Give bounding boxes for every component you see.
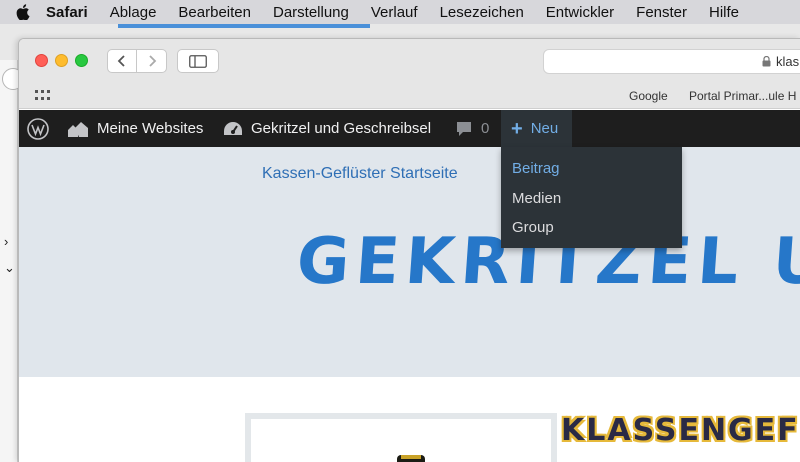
menu-safari[interactable]: Safari <box>46 4 88 21</box>
menu-lesezeichen[interactable]: Lesezeichen <box>440 4 524 21</box>
widget-title: KLASSENGEFLUE <box>561 413 800 448</box>
wordpress-logo-icon[interactable] <box>27 110 49 147</box>
plus-icon: + <box>511 117 523 140</box>
comments-count: 0 <box>481 120 490 137</box>
chevron-right-icon[interactable]: › <box>4 234 8 249</box>
lock-icon <box>762 56 771 67</box>
bottle-image <box>397 455 425 462</box>
menu-hilfe[interactable]: Hilfe <box>709 4 739 21</box>
home-link[interactable]: Kassen-Geflüster Startseite <box>262 165 458 183</box>
minimize-window-button[interactable] <box>55 54 68 67</box>
post-image[interactable] <box>251 419 551 462</box>
new-media-item[interactable]: Medien <box>512 190 561 207</box>
safari-toolbar: klas <box>19 39 800 83</box>
comment-icon <box>455 120 473 138</box>
back-button[interactable] <box>108 50 138 72</box>
new-label: Neu <box>530 120 559 137</box>
forward-button[interactable] <box>137 50 166 72</box>
new-content-dropdown: Beitrag Medien Group <box>501 147 682 248</box>
dashboard-icon <box>223 120 243 138</box>
my-sites-label: Meine Websites <box>97 120 204 137</box>
my-sites-menu[interactable]: Meine Websites <box>67 110 203 147</box>
chevron-right-icon <box>148 55 156 67</box>
new-content-menu[interactable]: + Neu <box>501 110 573 147</box>
my-sites-icon <box>67 120 89 138</box>
menu-entwickler[interactable]: Entwickler <box>546 4 614 21</box>
menu-fenster[interactable]: Fenster <box>636 4 687 21</box>
menu-darstellung[interactable]: Darstellung <box>273 4 349 21</box>
navigation-buttons <box>107 49 167 73</box>
safari-window: klas Google Portal Primar...ule H Meine … <box>18 38 800 462</box>
fullscreen-window-button[interactable] <box>75 54 88 67</box>
site-name-menu[interactable]: Gekritzel und Geschreibsel <box>223 110 431 147</box>
sidebar-toggle-button[interactable] <box>177 49 219 73</box>
menu-verlauf[interactable]: Verlauf <box>371 4 418 21</box>
page-content: KLASSENGEFLUE <box>19 377 800 462</box>
background-tab-indicator <box>118 24 370 28</box>
address-bar[interactable]: klas <box>543 49 800 74</box>
favorite-google[interactable]: Google <box>629 89 668 103</box>
site-name-label: Gekritzel und Geschreibsel <box>251 120 432 137</box>
background-sidebar: › ⌄ <box>0 60 18 462</box>
address-text: klas <box>776 54 800 69</box>
favorites-bar: Google Portal Primar...ule H <box>19 83 800 109</box>
grid-icon[interactable] <box>35 90 51 104</box>
favorite-portal[interactable]: Portal Primar...ule H <box>689 89 796 103</box>
menu-bearbeiten[interactable]: Bearbeiten <box>178 4 251 21</box>
close-window-button[interactable] <box>35 54 48 67</box>
chevron-left-icon <box>117 55 125 67</box>
post-card <box>245 413 557 462</box>
site-header: Kassen-Geflüster Startseite GEKRITZEL U <box>19 147 800 377</box>
menu-ablage[interactable]: Ablage <box>110 4 157 21</box>
sidebar-icon <box>189 54 207 68</box>
chevron-down-icon[interactable]: ⌄ <box>4 260 15 276</box>
comments-menu[interactable]: 0 <box>455 110 489 147</box>
new-group-item[interactable]: Group <box>512 219 554 236</box>
wp-admin-bar: Meine Websites Gekritzel und Geschreibse… <box>19 110 800 147</box>
macos-menubar: Safari Ablage Bearbeiten Darstellung Ver… <box>0 0 800 24</box>
new-post-item[interactable]: Beitrag <box>512 160 560 177</box>
apple-menu-icon[interactable] <box>0 4 46 20</box>
